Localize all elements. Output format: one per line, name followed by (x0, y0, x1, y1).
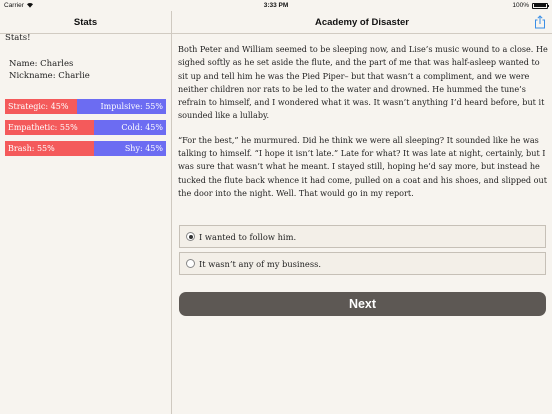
battery-indicator: 100% (512, 2, 549, 9)
stat-bar-right: Impulsive: 55% (77, 99, 166, 114)
radio-unselected-icon[interactable] (186, 259, 195, 268)
story-paragraph: Both Peter and William seemed to be slee… (178, 44, 548, 121)
sidebar-title: Stats (73, 16, 98, 28)
story-paragraph: “For the best,” he murmured. Did he thin… (178, 134, 548, 198)
stats-heading: Stats! (5, 33, 31, 43)
stat-right-label: Shy: 45% (124, 144, 163, 153)
stat-right-label: Cold: 45% (121, 123, 163, 132)
story-title: Academy of Disaster (315, 16, 409, 28)
stat-bar-right: Shy: 45% (93, 141, 166, 156)
stat-left-label: Strategic: 45% (8, 102, 69, 111)
status-time: 3:33 PM (263, 2, 289, 9)
stat-left-label: Brash: 55% (8, 144, 55, 153)
stat-left-label: Empathetic: 55% (8, 123, 78, 132)
stat-bar-left: Strategic: 45% (5, 99, 78, 114)
battery-percent: 100% (512, 2, 529, 9)
story-text: Both Peter and William seemed to be slee… (178, 43, 548, 211)
radio-selected-icon[interactable] (186, 232, 195, 241)
name-line: Name: Charles (9, 59, 74, 69)
status-bar: Carrier 3:33 PM 100% (0, 0, 552, 11)
stat-bar-left: Brash: 55% (5, 141, 94, 156)
stat-bar-right: Cold: 45% (93, 120, 166, 135)
stat-bar-left: Empathetic: 55% (5, 120, 94, 135)
stat-bar: Brash: 55% Shy: 45% (5, 141, 166, 156)
stat-bar: Strategic: 45% Impulsive: 55% (5, 99, 166, 114)
choice-not-my-business[interactable]: It wasn’t any of my business. (179, 252, 546, 275)
stat-bar: Empathetic: 55% Cold: 45% (5, 120, 166, 135)
sidebar-navbar: Stats (0, 11, 171, 34)
nickname-line: Nickname: Charlie (9, 71, 90, 81)
next-button-label: Next (348, 297, 377, 311)
next-button[interactable]: Next (179, 292, 546, 316)
story-panel: Academy of Disaster Both Peter and Willi… (172, 11, 552, 414)
choice-label: It wasn’t any of my business. (199, 259, 321, 269)
battery-icon (532, 2, 549, 9)
stat-right-label: Impulsive: 55% (100, 102, 163, 111)
choice-label: I wanted to follow him. (199, 232, 297, 242)
choice-follow-him[interactable]: I wanted to follow him. (179, 225, 546, 248)
share-icon[interactable] (534, 15, 546, 29)
main-navbar: Academy of Disaster (172, 11, 552, 34)
